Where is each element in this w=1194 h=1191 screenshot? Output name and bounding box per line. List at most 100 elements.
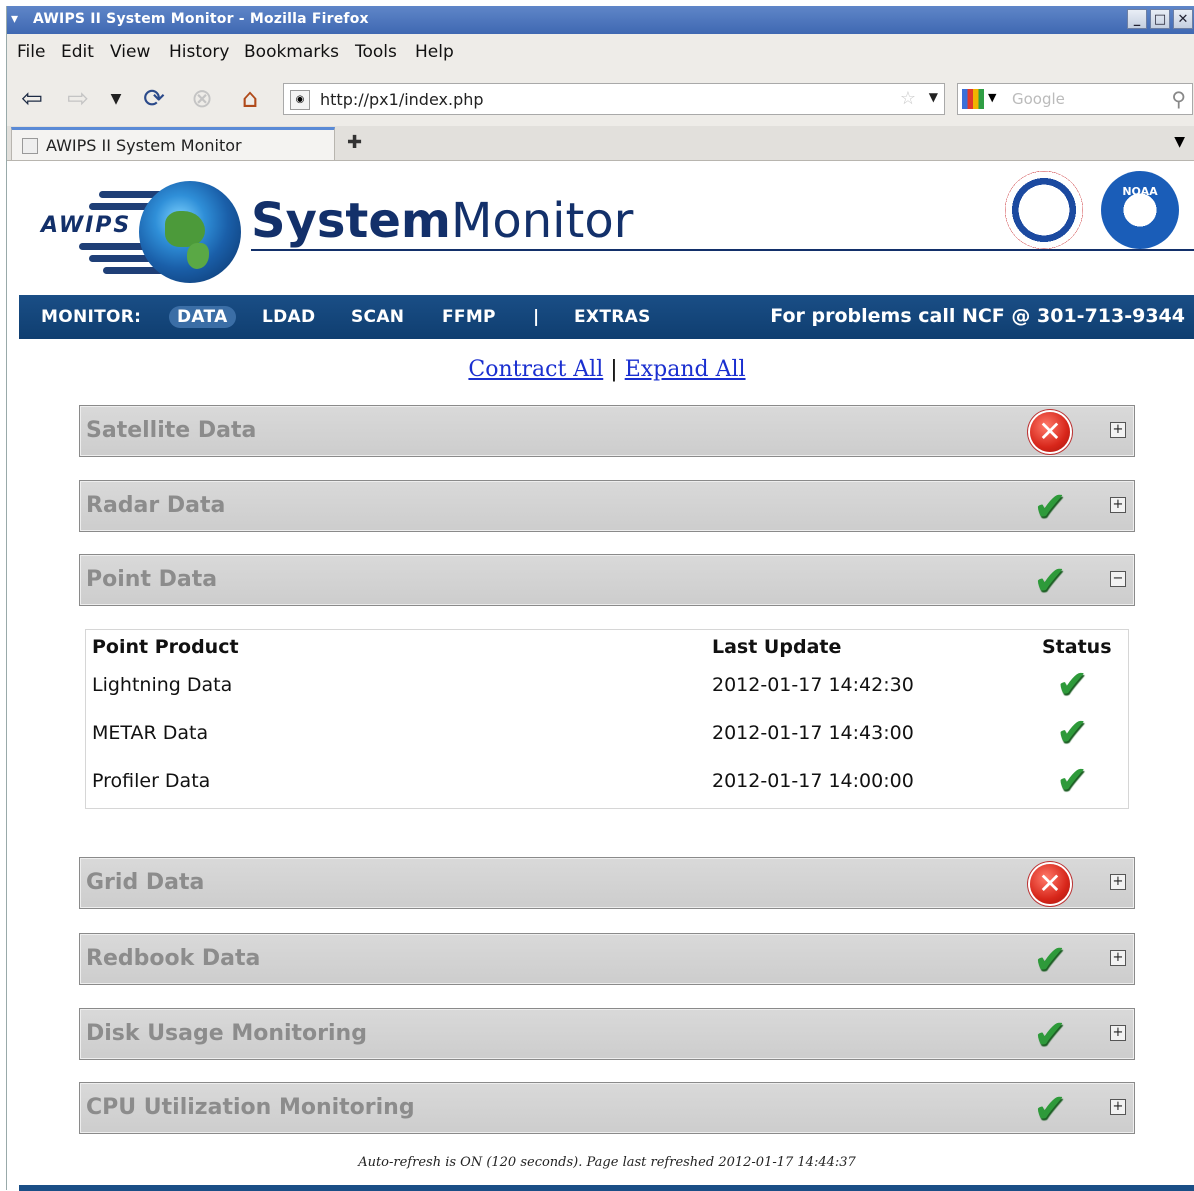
section-disk-usage[interactable]: Disk Usage Monitoring ✔ + bbox=[79, 1008, 1135, 1060]
status-error-icon: ✕ bbox=[1030, 864, 1070, 904]
table-cell-updated: 2012-01-17 14:00:00 bbox=[712, 770, 914, 792]
section-redbook-data[interactable]: Redbook Data ✔ + bbox=[79, 933, 1135, 985]
column-header-last-update: Last Update bbox=[712, 636, 842, 658]
search-bar[interactable]: ▼ Google ⚲ bbox=[957, 83, 1193, 115]
table-cell-product: Profiler Data bbox=[92, 770, 211, 792]
bottom-bar bbox=[19, 1185, 1194, 1191]
nav-item-scan[interactable]: SCAN bbox=[351, 307, 404, 327]
nav-item-ffmp[interactable]: FFMP bbox=[442, 307, 496, 327]
status-ok-icon: ✔ bbox=[1056, 710, 1088, 754]
noaa-seal-icon: NOAA bbox=[1101, 171, 1179, 249]
status-ok-icon: ✔ bbox=[1056, 758, 1088, 802]
bookmark-star-icon[interactable]: ☆ bbox=[900, 88, 916, 109]
expand-controls: Contract All | Expand All bbox=[19, 357, 1194, 382]
back-arrow-icon[interactable]: ⇦ bbox=[15, 82, 49, 116]
section-title: Point Data bbox=[86, 567, 218, 592]
expand-toggle-icon[interactable]: + bbox=[1110, 950, 1126, 966]
section-radar-data[interactable]: Radar Data ✔ + bbox=[79, 480, 1135, 532]
menu-history[interactable]: History bbox=[169, 42, 229, 62]
awips-logo: AWIPS bbox=[39, 173, 259, 283]
page-title-regular: Monitor bbox=[450, 193, 634, 249]
tab-system-monitor[interactable]: AWIPS II System Monitor bbox=[11, 127, 335, 160]
history-dropdown-icon[interactable]: ▼ bbox=[99, 82, 133, 116]
expand-toggle-icon[interactable]: + bbox=[1110, 497, 1126, 513]
reload-icon[interactable]: ⟳ bbox=[137, 82, 171, 116]
title-divider bbox=[251, 249, 1194, 251]
menu-bar: File Edit View History Bookmarks Tools H… bbox=[7, 34, 1194, 70]
home-icon[interactable]: ⌂ bbox=[233, 82, 267, 116]
close-window-button[interactable]: ✕ bbox=[1173, 9, 1193, 29]
search-icon[interactable]: ⚲ bbox=[1171, 87, 1186, 111]
menu-view[interactable]: View bbox=[110, 42, 150, 62]
status-ok-icon: ✔ bbox=[1033, 1086, 1067, 1132]
site-favicon-icon: ◉ bbox=[290, 90, 310, 110]
expand-toggle-icon[interactable]: + bbox=[1110, 874, 1126, 890]
browser-window: ▾ AWIPS II System Monitor - Mozilla Fire… bbox=[6, 6, 1194, 1191]
stop-icon[interactable]: ⊗ bbox=[185, 82, 219, 116]
status-ok-icon: ✔ bbox=[1056, 662, 1088, 706]
expand-toggle-icon[interactable]: + bbox=[1110, 422, 1126, 438]
menu-file[interactable]: File bbox=[17, 42, 45, 62]
nav-item-data[interactable]: DATA bbox=[169, 306, 236, 328]
status-ok-icon: ✔ bbox=[1033, 558, 1067, 604]
menu-tools[interactable]: Tools bbox=[355, 42, 397, 62]
awips-logo-text: AWIPS bbox=[41, 213, 132, 238]
new-tab-icon[interactable]: ✚ bbox=[347, 132, 362, 153]
page-title-bold: System bbox=[251, 193, 451, 249]
section-title: Redbook Data bbox=[86, 946, 261, 971]
menu-bookmarks[interactable]: Bookmarks bbox=[244, 42, 339, 62]
contract-all-link[interactable]: Contract All bbox=[468, 357, 603, 382]
expand-toggle-icon[interactable]: + bbox=[1110, 1099, 1126, 1115]
section-satellite-data[interactable]: Satellite Data ✕ + bbox=[79, 405, 1135, 457]
tab-favicon-icon bbox=[22, 138, 38, 154]
maximize-button[interactable]: □ bbox=[1150, 9, 1170, 29]
tab-bar: AWIPS II System Monitor ✚ ▼ bbox=[7, 126, 1194, 161]
nws-seal-icon bbox=[1005, 171, 1083, 249]
section-title: Satellite Data bbox=[86, 418, 257, 443]
section-point-data[interactable]: Point Data ✔ − bbox=[79, 554, 1135, 606]
auto-refresh-note: Auto-refresh is ON (120 seconds). Page l… bbox=[358, 1155, 856, 1170]
search-engine-dropdown-icon[interactable]: ▼ bbox=[988, 91, 996, 104]
tab-label: AWIPS II System Monitor bbox=[46, 136, 242, 155]
collapse-toggle-icon[interactable]: − bbox=[1110, 571, 1126, 587]
window-menu-icon[interactable]: ▾ bbox=[11, 11, 18, 27]
status-ok-icon: ✔ bbox=[1033, 484, 1067, 530]
section-cpu-utilization[interactable]: CPU Utilization Monitoring ✔ + bbox=[79, 1082, 1135, 1134]
tab-list-dropdown-icon[interactable]: ▼ bbox=[1174, 134, 1185, 150]
column-header-product: Point Product bbox=[92, 636, 239, 658]
nav-item-extras[interactable]: EXTRAS bbox=[574, 307, 651, 327]
top-navigation: MONITOR: DATA LDAD SCAN FFMP | EXTRAS Fo… bbox=[19, 295, 1194, 339]
table-cell-product: METAR Data bbox=[92, 722, 209, 744]
page-content: AWIPS SystemMonitor NOAA MONITOR: DATA L… bbox=[19, 161, 1194, 1191]
forward-arrow-icon[interactable]: ⇨ bbox=[61, 82, 95, 116]
url-dropdown-icon[interactable]: ▼ bbox=[929, 90, 938, 104]
section-grid-data[interactable]: Grid Data ✕ + bbox=[79, 857, 1135, 909]
title-bar: ▾ AWIPS II System Monitor - Mozilla Fire… bbox=[7, 6, 1194, 34]
nav-item-ldad[interactable]: LDAD bbox=[262, 307, 315, 327]
table-cell-updated: 2012-01-17 14:42:30 bbox=[712, 674, 914, 696]
section-title: Disk Usage Monitoring bbox=[86, 1021, 367, 1046]
menu-help[interactable]: Help bbox=[415, 42, 454, 62]
search-placeholder: Google bbox=[1012, 90, 1065, 108]
expand-toggle-icon[interactable]: + bbox=[1110, 1025, 1126, 1041]
globe-icon bbox=[139, 181, 241, 283]
section-title: Grid Data bbox=[86, 870, 205, 895]
section-title: CPU Utilization Monitoring bbox=[86, 1095, 415, 1120]
page-title: SystemMonitor bbox=[251, 193, 633, 249]
section-title: Radar Data bbox=[86, 493, 226, 518]
expand-all-link[interactable]: Expand All bbox=[625, 357, 746, 382]
support-phone-text: For problems call NCF @ 301-713-9344 bbox=[770, 305, 1185, 327]
link-separator: | bbox=[610, 357, 618, 382]
status-error-icon: ✕ bbox=[1030, 412, 1070, 452]
nav-separator: | bbox=[533, 307, 540, 327]
column-header-status: Status bbox=[1042, 636, 1112, 658]
url-bar[interactable]: ◉ http://px1/index.php ☆ ▼ bbox=[283, 83, 945, 115]
status-ok-icon: ✔ bbox=[1033, 937, 1067, 983]
table-cell-updated: 2012-01-17 14:43:00 bbox=[712, 722, 914, 744]
menu-edit[interactable]: Edit bbox=[61, 42, 94, 62]
status-ok-icon: ✔ bbox=[1033, 1012, 1067, 1058]
url-text: http://px1/index.php bbox=[320, 90, 484, 109]
minimize-button[interactable]: _ bbox=[1127, 9, 1147, 29]
nav-monitor-label: MONITOR: bbox=[41, 307, 142, 327]
search-engine-icon[interactable] bbox=[962, 89, 984, 109]
